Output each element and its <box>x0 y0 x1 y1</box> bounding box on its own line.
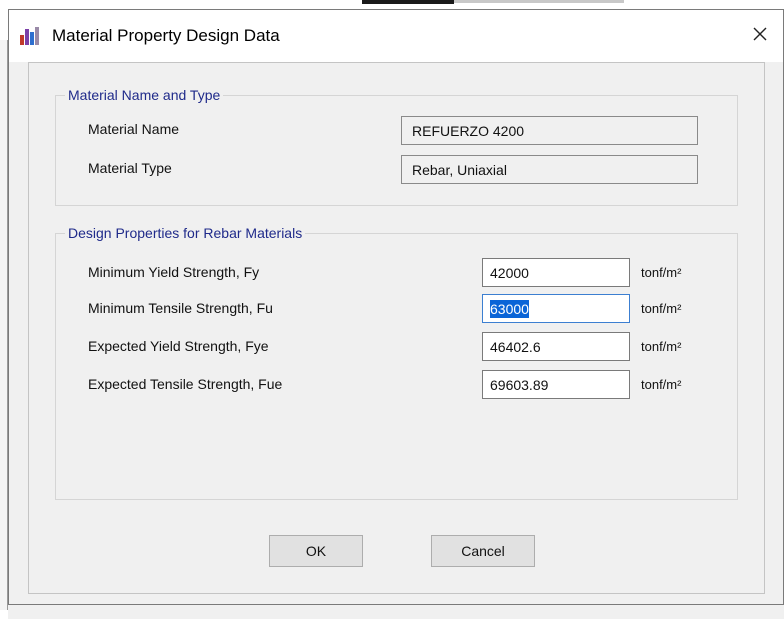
material-type-field: Rebar, Uniaxial <box>401 155 698 184</box>
expected-tensile-strength-label: Expected Tensile Strength, Fue <box>88 376 283 392</box>
dialog-client-area: Material Name and Type Material Name REF… <box>28 62 765 594</box>
window-title: Material Property Design Data <box>52 26 280 45</box>
selected-text: 63000 <box>490 300 529 318</box>
material-type-label: Material Type <box>88 160 172 176</box>
background-toolbar-fragment <box>454 0 624 3</box>
background-app-bottom <box>8 604 784 619</box>
min-tensile-strength-input[interactable]: 63000 <box>482 294 630 323</box>
min-yield-strength-input[interactable]: 42000 <box>482 258 630 287</box>
material-name-type-group: Material Name and Type Material Name REF… <box>55 87 738 206</box>
material-name-field: REFUERZO 4200 <box>401 116 698 145</box>
cancel-button[interactable]: Cancel <box>431 535 535 567</box>
ok-button[interactable]: OK <box>269 535 363 567</box>
expected-tensile-strength-input[interactable]: 69603.89 <box>482 370 630 399</box>
background-toolbar-fragment <box>362 0 454 4</box>
expected-yield-strength-label: Expected Yield Strength, Fye <box>88 338 269 354</box>
close-button[interactable] <box>741 18 779 54</box>
material-name-label: Material Name <box>88 121 180 137</box>
design-properties-group: Design Properties for Rebar Materials Mi… <box>55 225 738 500</box>
group-legend: Material Name and Type <box>65 87 224 103</box>
min-yield-strength-label: Minimum Yield Strength, Fy <box>88 264 260 280</box>
title-bar: Material Property Design Data <box>9 10 783 62</box>
expected-yield-strength-input[interactable]: 46402.6 <box>482 332 630 361</box>
unit-label: tonf/m² <box>641 265 682 280</box>
unit-label: tonf/m² <box>641 339 682 354</box>
chart-bars-icon <box>19 26 41 46</box>
close-icon <box>752 26 768 47</box>
unit-label: tonf/m² <box>641 301 682 316</box>
group-legend: Design Properties for Rebar Materials <box>65 225 306 241</box>
min-tensile-strength-label: Minimum Tensile Strength, Fu <box>88 300 273 316</box>
unit-label: tonf/m² <box>641 377 682 392</box>
background-app-edge <box>0 40 8 610</box>
material-property-dialog: Material Property Design Data Material N… <box>8 9 784 605</box>
